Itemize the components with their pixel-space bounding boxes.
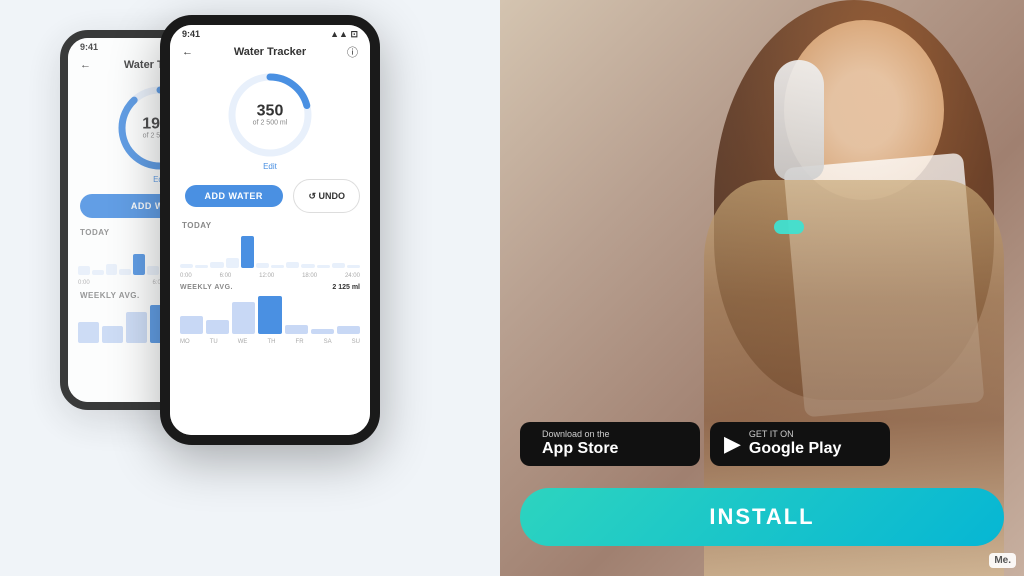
phone-front: 9:41 ▲▲ ⊡ ← Water Tracker ⓘ 350 of 2 500…	[160, 15, 380, 445]
bar-item	[271, 265, 284, 268]
weekly-bar-group	[102, 326, 123, 343]
weekly-bar-item	[206, 320, 229, 334]
bar-item	[92, 270, 104, 275]
bar-item	[226, 258, 239, 268]
weekly-bar-item	[180, 316, 203, 334]
bar-item	[106, 264, 118, 275]
front-btn-row: ADD WATER ↺ UNDO	[170, 175, 370, 217]
front-phone-screen: 9:41 ▲▲ ⊡ ← Water Tracker ⓘ 350 of 2 500…	[170, 25, 370, 435]
front-weekly-bars	[170, 293, 370, 338]
weekly-bar-item	[232, 302, 255, 334]
front-weekly-value: 2 125 ml	[332, 284, 360, 291]
bar-item	[301, 264, 314, 268]
weekly-bar-group	[180, 316, 203, 334]
front-today-label: TODAY	[170, 217, 370, 232]
front-bar-chart	[170, 232, 370, 272]
weekly-day-label: SU	[352, 339, 360, 345]
weekly-bar-item	[311, 329, 334, 334]
front-arrow-icon: ←	[182, 46, 193, 58]
front-amount: 350	[253, 104, 288, 120]
weekly-day-label: MO	[180, 339, 190, 345]
left-section: 9:41 ▲ ⬛ ← Water Tracker 1950 of 2 500 m…	[0, 0, 500, 576]
weekly-bar-item	[102, 326, 123, 343]
weekly-bar-group	[206, 320, 229, 334]
bar-item	[210, 262, 223, 268]
weekly-day-label: FR	[296, 339, 304, 345]
back-arrow-icon: ←	[80, 59, 91, 71]
weekly-bar-group	[78, 322, 99, 343]
weekly-bar-group	[258, 296, 281, 334]
bar-item	[241, 236, 254, 268]
weekly-bar-group	[311, 329, 334, 334]
weekly-bar-group	[285, 325, 308, 335]
front-info-icon: ⓘ	[347, 44, 358, 60]
right-section: Download on the App Store ▶ GET IT ON Go…	[500, 0, 1024, 576]
front-weekly-days: MO TU WE TH FR SA SU	[170, 338, 370, 346]
back-status-time: 9:41	[80, 42, 98, 53]
weekly-bar-group	[337, 326, 360, 334]
weekly-day-label: TH	[267, 339, 275, 345]
apple-store-main: App Store	[542, 439, 618, 458]
front-time-2: 12:00	[259, 273, 274, 279]
google-play-button[interactable]: ▶ GET IT ON Google Play	[710, 422, 890, 466]
weekly-day-label: TU	[210, 339, 218, 345]
bar-item	[317, 265, 330, 268]
weekly-bar-group	[126, 312, 147, 343]
front-time-3: 18:00	[302, 273, 317, 279]
front-chart-labels: 0:00 6:00 12:00 18:00 24:00	[170, 272, 370, 280]
google-store-text: GET IT ON Google Play	[749, 430, 841, 458]
front-status-icons: ▲▲ ⊡	[330, 29, 358, 40]
apple-store-button[interactable]: Download on the App Store	[520, 422, 700, 466]
front-time-4: 24:00	[345, 273, 360, 279]
weekly-day-label: SA	[324, 339, 332, 345]
back-time-0: 0:00	[78, 280, 90, 286]
front-status-bar: 9:41 ▲▲ ⊡	[170, 25, 370, 44]
apple-store-text: Download on the App Store	[542, 430, 618, 458]
weekly-bar-item	[285, 325, 308, 335]
weekly-day-label: WE	[238, 339, 248, 345]
front-time-1: 6:00	[220, 273, 232, 279]
front-status-time: 9:41	[182, 29, 200, 40]
bar-item	[256, 263, 269, 268]
google-store-sub: GET IT ON	[749, 430, 841, 439]
front-unit: of 2 500 ml	[253, 120, 288, 127]
google-play-icon: ▶	[724, 431, 741, 457]
front-weekly-header: WEEKLY AVG. 2 125 ml	[170, 280, 370, 293]
bar-item	[332, 263, 345, 268]
front-weekly-label: WEEKLY AVG.	[180, 284, 233, 291]
apple-store-sub: Download on the	[542, 430, 618, 439]
front-undo-button[interactable]: ↺ UNDO	[293, 179, 360, 213]
fitness-band	[774, 220, 804, 234]
front-edit-link[interactable]: Edit	[263, 162, 277, 171]
water-bottle	[774, 60, 824, 180]
store-buttons-container: Download on the App Store ▶ GET IT ON Go…	[520, 422, 890, 466]
front-phone-header: ← Water Tracker ⓘ	[170, 44, 370, 62]
weekly-bar-item	[126, 312, 147, 343]
weekly-bar-item	[337, 326, 360, 334]
me-badge: Me.	[989, 553, 1016, 568]
front-circle-text: 350 of 2 500 ml	[253, 104, 288, 127]
weekly-bar-group	[232, 302, 255, 334]
front-circle-container: 350 of 2 500 ml Edit	[170, 62, 370, 175]
weekly-bar-item	[78, 322, 99, 343]
bar-item	[133, 254, 145, 275]
bar-item	[347, 265, 360, 268]
front-header-title: Water Tracker	[234, 46, 306, 58]
bar-item	[78, 266, 90, 275]
front-add-water-button[interactable]: ADD WATER	[185, 185, 283, 207]
front-time-0: 0:00	[180, 273, 192, 279]
weekly-bar-item	[258, 296, 281, 334]
bar-item	[147, 266, 159, 275]
install-button[interactable]: INSTALL	[520, 488, 1004, 546]
front-circle-progress: 350 of 2 500 ml	[225, 70, 315, 160]
bar-item	[180, 264, 193, 268]
bar-item	[286, 262, 299, 268]
google-store-main: Google Play	[749, 439, 841, 458]
bar-item	[119, 269, 131, 275]
bar-item	[195, 265, 208, 268]
